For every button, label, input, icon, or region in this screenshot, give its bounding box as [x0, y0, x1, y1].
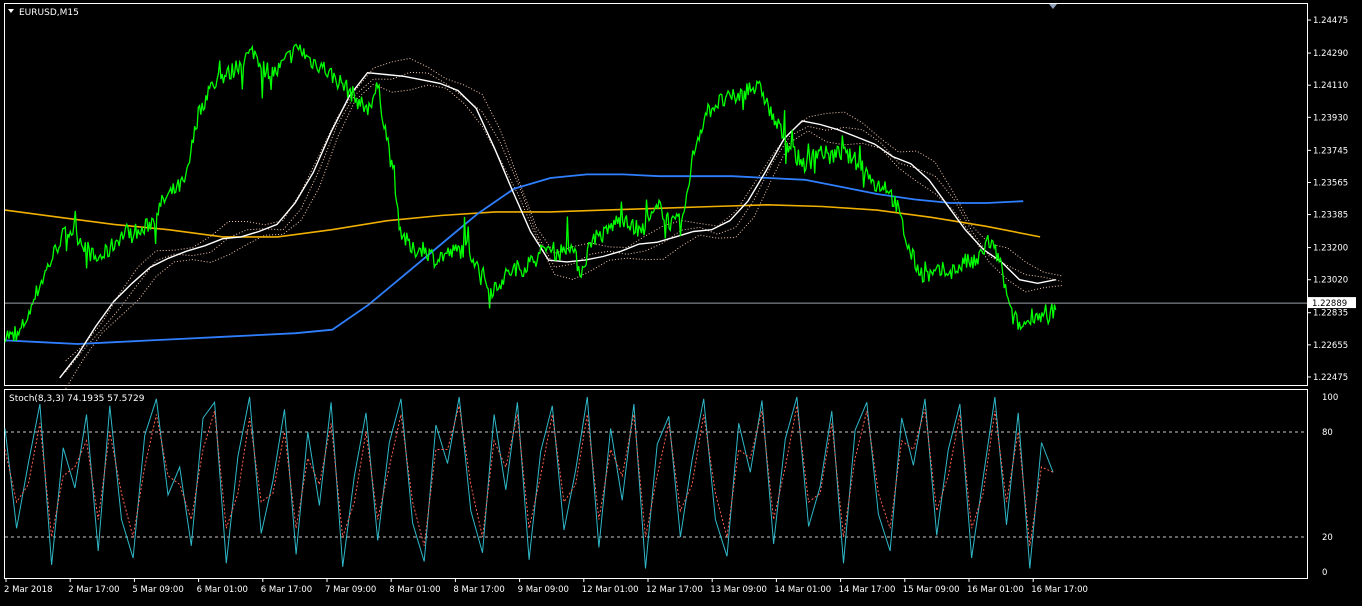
stoch-axis[interactable]: 100 80 20 0 [1322, 393, 1338, 578]
price-tick-label: 1.23565 [1313, 178, 1348, 188]
stoch-main-line [4, 396, 1054, 569]
price-tick-label: 1.24110 [1313, 81, 1348, 91]
price-tick-label: 1.24290 [1313, 49, 1348, 59]
time-tick-label: 2 Mar 17:00 [68, 585, 119, 595]
time-tick-label: 6 Mar 17:00 [261, 585, 312, 595]
price-tick-label: 1.23020 [1313, 276, 1348, 286]
stoch-tick-label: 20 [1322, 533, 1333, 543]
envelope-band-line [65, 71, 1062, 373]
time-tick-label: 14 Mar 01:00 [774, 585, 831, 595]
ma-blue-line [4, 173, 1024, 345]
time-tick-label: 15 Mar 09:00 [903, 585, 960, 595]
envelope-band-line [65, 57, 1062, 362]
chart-canvas[interactable]: EURUSD,M15 Stoch(8,3,3) 74.1935 57.5729 … [0, 0, 1362, 602]
main-chart-frame [4, 3, 1308, 386]
stoch-tick-label: 80 [1322, 428, 1333, 438]
dotted-envelope-band [65, 57, 1062, 389]
price-tick-label: 1.22475 [1313, 373, 1348, 383]
time-tick-label: 14 Mar 17:00 [839, 585, 896, 595]
price-tick-label: 1.23200 [1313, 244, 1348, 254]
price-tick-label: 1.22655 [1313, 341, 1348, 351]
moving-averages [4, 71, 1056, 379]
time-tick-label: 2 Mar 2018 [4, 585, 52, 595]
current-price-label: 1.22889 [1312, 299, 1347, 309]
time-tick-label: 12 Mar 01:00 [582, 585, 639, 595]
stoch-signal-line [4, 405, 1054, 546]
time-tick-label: 13 Mar 09:00 [710, 585, 767, 595]
time-tick-label: 9 Mar 09:00 [518, 585, 569, 595]
time-axis[interactable]: 2 Mar 2018 2 Mar 17:00 5 Mar 09:00 6 Mar 01… [4, 578, 1088, 595]
stochastic-series [4, 396, 1054, 569]
chart-shift-marker-icon[interactable] [1049, 4, 1057, 9]
indicator-title: Stoch(8,3,3) 74.1935 57.5729 [9, 394, 145, 404]
time-tick-label: 12 Mar 17:00 [646, 585, 703, 595]
price-tick-label: 1.24475 [1313, 16, 1348, 26]
time-tick-label: 5 Mar 09:00 [132, 585, 183, 595]
time-tick-label: 6 Mar 01:00 [197, 585, 248, 595]
price-tick-label: 1.23385 [1313, 211, 1348, 221]
symbol-title: EURUSD,M15 [19, 8, 79, 18]
price-series [4, 43, 1057, 343]
price-tick-label: 1.23930 [1313, 113, 1348, 123]
ma-white-line [59, 71, 1056, 379]
trading-chart-window[interactable]: EURUSD,M15 Stoch(8,3,3) 74.1935 57.5729 … [0, 0, 1362, 602]
ma-orange-line [4, 203, 1041, 238]
time-tick-label: 16 Mar 17:00 [1031, 585, 1088, 595]
price-line [4, 43, 1057, 343]
time-tick-label: 7 Mar 09:00 [325, 585, 376, 595]
stoch-tick-label: 100 [1322, 393, 1338, 403]
time-tick-label: 16 Mar 01:00 [967, 585, 1024, 595]
current-price-line: 1.22889 [5, 297, 1356, 309]
price-axis[interactable]: 1.24475 1.24290 1.24110 1.23930 1.23745 1.235… [1307, 16, 1348, 383]
price-tick-label: 1.22835 [1313, 309, 1348, 319]
collapse-triangle-icon[interactable] [8, 9, 14, 13]
time-tick-label: 8 Mar 17:00 [453, 585, 504, 595]
price-tick-label: 1.23745 [1313, 146, 1348, 156]
stoch-tick-label: 0 [1322, 568, 1327, 578]
indicator-frame [4, 389, 1308, 579]
time-tick-label: 8 Mar 01:00 [389, 585, 440, 595]
